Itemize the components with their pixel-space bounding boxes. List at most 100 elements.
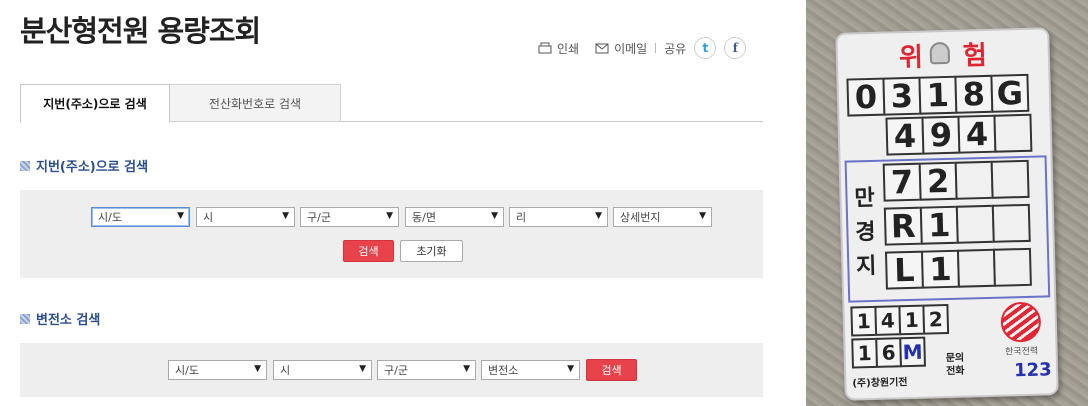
chevron-down-icon: ▼ — [177, 211, 184, 221]
select-substation-value: 변전소 — [488, 364, 519, 377]
tag-row-1: 0 3 1 8 G — [846, 73, 1030, 117]
select-ri[interactable]: 리 ▼ — [509, 207, 608, 227]
chevron-down-icon: ▼ — [359, 364, 366, 374]
area-vertical-label: 만 경 지 — [853, 182, 878, 285]
tag-digit: G — [990, 73, 1030, 113]
tag-row-2: 4 9 4 — [885, 113, 1033, 156]
substation-search-heading: 변전소 검색 — [20, 309, 100, 328]
mail-icon — [595, 43, 609, 53]
select-sido[interactable]: 시/도 ▼ — [168, 360, 267, 380]
chevron-down-icon: ▼ — [567, 364, 574, 374]
select-si-value: 시 — [280, 364, 291, 377]
share-label: 공유 — [664, 41, 687, 56]
address-search-box: 시/도 ▼ 시 ▼ 구/군 ▼ 동/면 ▼ 리 ▼ 상세번지 ▼ 검색 초기화 — [20, 190, 763, 278]
select-sido[interactable]: 시/도 ▼ — [91, 207, 190, 227]
area-char: 지 — [855, 253, 877, 280]
grid-row-1: 7 2 — [882, 159, 1030, 202]
tag-digit: 1 — [919, 205, 959, 245]
chevron-down-icon: ▼ — [254, 364, 261, 374]
tag-digit: L — [884, 250, 924, 290]
tag-digit — [956, 248, 996, 288]
tag-digit: 4 — [874, 305, 902, 336]
substation-search-button[interactable]: 검색 — [586, 359, 637, 381]
grid-row-3: L 1 — [884, 247, 1032, 290]
email-link[interactable]: 이메일 — [595, 40, 647, 57]
company-name: 한국전력 — [1004, 346, 1039, 358]
address-search-heading-text: 지번(주소)으로 검색 — [36, 160, 149, 175]
chevron-down-icon: ▼ — [282, 211, 289, 221]
tag-digit — [954, 160, 994, 200]
tag-digit: 1 — [898, 304, 926, 336]
facebook-button[interactable]: f — [724, 37, 747, 59]
address-search-heading: 지번(주소)으로 검색 — [20, 156, 148, 175]
email-label: 이메일 — [614, 41, 648, 56]
tag-digit: 8 — [954, 74, 994, 114]
utility-bar: 인쇄 이메일 공유 t f — [538, 36, 747, 60]
select-dongmyeon-value: 동/면 — [412, 211, 436, 224]
select-substation[interactable]: 변전소 ▼ — [481, 360, 580, 380]
tag-digit: 1 — [850, 305, 878, 337]
substation-search-box: 시/도 ▼ 시 ▼ 구/군 ▼ 변전소 ▼ 검색 — [20, 343, 763, 397]
tag-digit: 3 — [882, 76, 922, 116]
select-detail-lot-value: 상세번지 — [620, 211, 661, 224]
area-char: 만 — [854, 185, 876, 212]
kepco-logo: 한국전력 — [992, 301, 1049, 358]
tag-digit: 1 — [920, 249, 960, 289]
chevron-down-icon: ▼ — [491, 211, 498, 221]
reset-button[interactable]: 초기화 — [400, 240, 463, 262]
manufacturer-label: (주)창원기전 — [852, 377, 908, 390]
select-gugun[interactable]: 구/군 ▼ — [300, 207, 399, 227]
section-bullet-icon — [20, 313, 30, 324]
page-title: 분산형전원 용량조회 — [20, 14, 261, 48]
tag-digit: 9 — [921, 115, 961, 155]
tab-serial-number-search[interactable]: 전산화번호로 검색 — [170, 84, 341, 122]
section-bullet-icon — [20, 160, 30, 171]
chevron-down-icon: ▼ — [699, 211, 706, 221]
print-label: 인쇄 — [557, 41, 580, 56]
tag-digit: 1 — [851, 337, 879, 369]
kepco-logo-icon — [1000, 301, 1042, 343]
inquiry-label: 문의 전화 — [945, 352, 965, 378]
select-detail-lot[interactable]: 상세번지 ▼ — [613, 207, 712, 227]
tag-digit: 0 — [846, 77, 886, 117]
grid-row-2: R 1 — [883, 203, 1031, 246]
print-icon — [538, 42, 552, 54]
select-dongmyeon[interactable]: 동/면 ▼ — [405, 207, 504, 227]
pole-number-tag: 위험 0 3 1 8 G 4 9 4 만 경 지 7 2 R 1 L 1 1 4… — [835, 27, 1059, 401]
twitter-icon: t — [702, 41, 709, 55]
select-si-value: 시 — [203, 211, 214, 224]
tag-digit: 4 — [885, 116, 925, 156]
select-gugun-value: 구/군 — [307, 211, 331, 224]
pole-tag-photo: 위험 0 3 1 8 G 4 9 4 만 경 지 7 2 R 1 L 1 1 4… — [806, 0, 1088, 406]
tag-digit — [955, 204, 995, 244]
tag-digit: M — [899, 336, 926, 368]
select-si[interactable]: 시 ▼ — [196, 207, 295, 227]
phone-number: 123 — [1013, 359, 1052, 382]
select-sido-value: 시/도 — [98, 211, 122, 224]
select-gugun[interactable]: 구/군 ▼ — [377, 360, 476, 380]
select-ri-value: 리 — [516, 211, 527, 224]
divider — [655, 43, 657, 53]
tag-digit: 6 — [875, 337, 902, 368]
chevron-down-icon: ▼ — [386, 211, 393, 221]
address-search-button[interactable]: 검색 — [343, 240, 394, 262]
tag-digit: 2 — [922, 303, 950, 335]
tag-digit: 7 — [882, 162, 922, 202]
select-gugun-value: 구/군 — [384, 364, 408, 377]
area-char: 경 — [855, 219, 876, 246]
tag-digit: 2 — [918, 161, 958, 201]
tab-address-search[interactable]: 지번(주소)으로 검색 — [20, 84, 170, 123]
search-tabs: 지번(주소)으로 검색 전산화번호로 검색 — [20, 84, 763, 123]
select-si[interactable]: 시 ▼ — [273, 360, 372, 380]
substation-search-heading-text: 변전소 검색 — [36, 313, 101, 328]
tag-digit: 1 — [918, 75, 958, 115]
hanging-hole — [929, 41, 951, 65]
small-row-1: 1 4 1 2 — [850, 303, 950, 337]
tag-digit — [991, 203, 1031, 243]
small-row-2: 1 6 M — [851, 336, 926, 369]
select-sido-value: 시/도 — [175, 364, 199, 377]
tag-digit: 4 — [957, 114, 997, 154]
print-link[interactable]: 인쇄 — [538, 40, 579, 57]
service-area-box: 만 경 지 7 2 R 1 L 1 — [844, 155, 1051, 303]
twitter-button[interactable]: t — [694, 37, 717, 59]
